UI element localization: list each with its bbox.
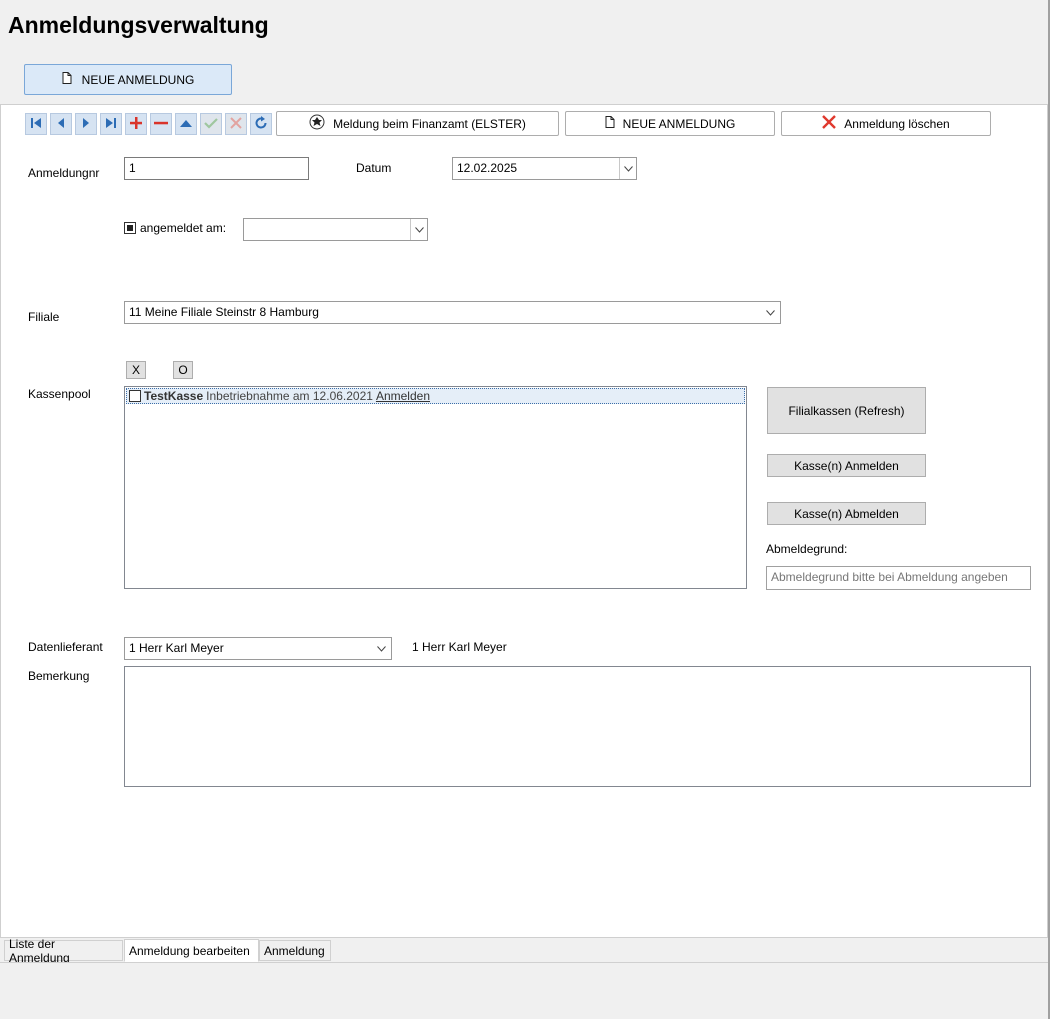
chevron-down-icon[interactable] — [619, 158, 636, 179]
checkbox-indeterminate-icon — [124, 222, 136, 234]
datenlieferant-display: 1 Herr Karl Meyer — [412, 640, 507, 654]
federal-eagle-icon — [309, 114, 325, 133]
add-icon — [130, 116, 142, 132]
confirm-record-button[interactable] — [200, 113, 222, 135]
datenlieferant-select[interactable]: 1 Herr Karl Meyer — [124, 637, 392, 660]
tab-liste[interactable]: Liste der Anmeldung — [4, 937, 123, 965]
header-new-registration-label: NEUE ANMELDUNG — [81, 72, 195, 87]
bemerkung-label: Bemerkung — [28, 669, 90, 683]
filiale-select[interactable]: 11 Meine Filiale Steinstr 8 Hamburg — [124, 301, 781, 324]
abmeldegrund-label: Abmeldegrund: — [766, 542, 848, 556]
document-icon — [605, 116, 615, 131]
prev-icon — [55, 117, 67, 132]
datum-label: Datum — [356, 161, 392, 175]
refresh-icon — [254, 115, 268, 133]
toolbar-new-registration-label: NEUE ANMELDUNG — [622, 116, 736, 131]
datenlieferant-label: Datenlieferant — [28, 640, 103, 654]
confirm-icon — [204, 117, 218, 132]
angemeldet-date-picker[interactable] — [243, 218, 428, 241]
abmeldegrund-field[interactable]: Abmeldegrund bitte bei Abmeldung angeben — [766, 566, 1031, 590]
next-record-button[interactable] — [75, 113, 97, 135]
datenlieferant-value: 1 Herr Karl Meyer — [129, 641, 224, 655]
elster-report-button[interactable]: Meldung beim Finanzamt (ELSTER) — [276, 111, 559, 136]
remove-record-button[interactable] — [150, 113, 172, 135]
chevron-down-icon[interactable] — [371, 638, 391, 659]
elster-report-label: Meldung beim Finanzamt (ELSTER) — [333, 116, 526, 131]
chevron-down-icon[interactable] — [410, 219, 427, 240]
kasse-info: Inbetriebnahme am 12.06.2021 — [206, 389, 373, 403]
page-title: Anmeldungsverwaltung — [8, 12, 269, 38]
filiale-label: Filiale — [28, 310, 60, 324]
next-icon — [80, 117, 92, 132]
refresh-record-button[interactable] — [250, 113, 272, 135]
add-record-button[interactable] — [125, 113, 147, 135]
header-new-registration-button[interactable]: NEUE ANMELDUNG — [24, 64, 232, 95]
kassen-abmelden-button[interactable]: Kasse(n) Abmelden — [767, 502, 926, 525]
select-all-button[interactable]: X — [126, 361, 146, 379]
kassen-anmelden-button[interactable]: Kasse(n) Anmelden — [767, 454, 926, 477]
last-record-button[interactable] — [100, 113, 122, 135]
delete-registration-button[interactable]: Anmeldung löschen — [781, 111, 991, 136]
tab-anmeldung[interactable]: Anmeldung — [259, 940, 331, 961]
chevron-down-icon[interactable] — [760, 302, 780, 323]
filialkassen-refresh-button[interactable]: Filialkassen (Refresh) — [767, 387, 926, 434]
anmeldungnr-field[interactable]: 1 — [124, 157, 309, 180]
angemeldet-checkbox[interactable]: angemeldet am: — [124, 221, 226, 235]
close-icon — [822, 115, 837, 132]
kasse-name: TestKasse — [144, 389, 204, 403]
anmeldungnr-label: Anmeldungnr — [28, 166, 100, 180]
previous-record-button[interactable] — [50, 113, 72, 135]
datum-value: 12.02.2025 — [457, 161, 518, 175]
edit-record-button[interactable] — [175, 113, 197, 135]
toolbar-new-registration-button[interactable]: NEUE ANMELDUNG — [565, 111, 775, 136]
document-icon — [62, 72, 72, 87]
tab-bearbeiten[interactable]: Anmeldung bearbeiten — [124, 939, 259, 962]
kassenpool-label: Kassenpool — [28, 387, 91, 401]
datum-date-picker[interactable]: 12.02.2025 — [452, 157, 637, 180]
delete-registration-label: Anmeldung löschen — [844, 116, 950, 131]
bemerkung-textarea[interactable] — [124, 666, 1031, 787]
first-icon — [30, 117, 42, 132]
cancel-record-button[interactable] — [225, 113, 247, 135]
remove-icon — [154, 117, 168, 132]
kassenpool-list[interactable]: TestKasse Inbetriebnahme am 12.06.2021 A… — [124, 386, 747, 589]
first-record-button[interactable] — [25, 113, 47, 135]
angemeldet-label: angemeldet am: — [140, 221, 227, 235]
list-item[interactable]: TestKasse Inbetriebnahme am 12.06.2021 A… — [126, 388, 745, 404]
kasse-checkbox[interactable] — [129, 390, 141, 402]
up-icon — [179, 117, 193, 132]
filiale-value: 11 Meine Filiale Steinstr 8 Hamburg — [129, 305, 319, 319]
kasse-anmelden-link[interactable]: Anmelden — [376, 389, 430, 403]
last-icon — [105, 117, 117, 132]
cancel-icon — [230, 116, 242, 132]
select-none-button[interactable]: O — [173, 361, 193, 379]
status-area — [0, 962, 1048, 1018]
